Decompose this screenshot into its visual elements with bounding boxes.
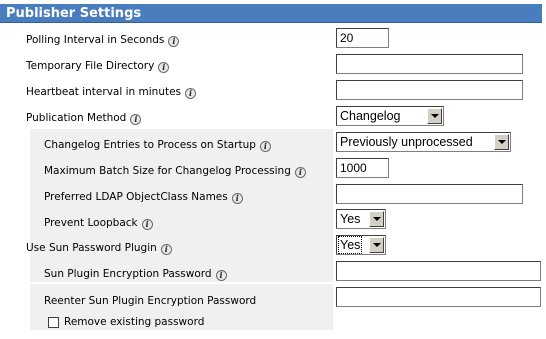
publication-method-label: Publication Method i: [26, 111, 142, 125]
heartbeat-input[interactable]: [336, 80, 523, 100]
changelog-entries-select[interactable]: Previously unprocessed: [336, 132, 511, 152]
temp-dir-label: Temporary File Directory i: [26, 59, 170, 73]
reenter-password-input[interactable]: [336, 287, 541, 307]
ldap-classnames-label: Preferred LDAP ObjectClass Names i: [44, 190, 243, 204]
info-icon[interactable]: i: [160, 244, 172, 255]
max-batch-label: Maximum Batch Size for Changelog Process…: [44, 164, 306, 178]
changelog-entries-label: Changelog Entries to Process on Startup i: [44, 138, 271, 152]
max-batch-input[interactable]: 1000: [336, 158, 389, 178]
info-icon[interactable]: i: [168, 36, 180, 47]
sun-password-plugin-label: Use Sun Password Plugin i: [26, 241, 172, 255]
prevent-loopback-select[interactable]: Yes: [336, 209, 386, 229]
temp-dir-input[interactable]: [336, 54, 523, 74]
info-icon[interactable]: i: [231, 193, 243, 204]
chevron-down-icon[interactable]: [369, 237, 384, 253]
info-icon[interactable]: i: [158, 62, 170, 73]
remove-existing-password-checkbox[interactable]: [48, 317, 59, 328]
chevron-down-icon[interactable]: [427, 108, 442, 124]
publication-method-select[interactable]: Changelog: [336, 106, 444, 126]
heartbeat-label: Heartbeat interval in minutes i: [26, 85, 197, 99]
sun-encryption-password-label: Sun Plugin Encryption Password i: [44, 267, 227, 281]
polling-interval-label: Polling Interval in Seconds i: [26, 33, 180, 47]
polling-interval-input[interactable]: 20: [336, 28, 389, 48]
prevent-loopback-label: Prevent Loopback i: [44, 216, 153, 230]
remove-existing-password-label: Remove existing password: [64, 316, 205, 328]
info-icon[interactable]: i: [259, 141, 271, 152]
chevron-down-icon[interactable]: [494, 134, 509, 150]
info-icon[interactable]: i: [185, 88, 197, 99]
page-title: Publisher Settings: [0, 4, 542, 23]
sun-encryption-password-input[interactable]: [336, 261, 541, 281]
sun-password-plugin-select[interactable]: Yes: [336, 235, 386, 255]
info-icon[interactable]: i: [215, 270, 227, 281]
chevron-down-icon[interactable]: [369, 211, 384, 227]
reenter-password-label: Reenter Sun Plugin Encryption Password: [44, 295, 257, 307]
info-icon[interactable]: i: [141, 219, 153, 230]
info-icon[interactable]: i: [130, 114, 142, 125]
ldap-classnames-input[interactable]: [336, 184, 523, 204]
info-icon[interactable]: i: [294, 167, 306, 178]
